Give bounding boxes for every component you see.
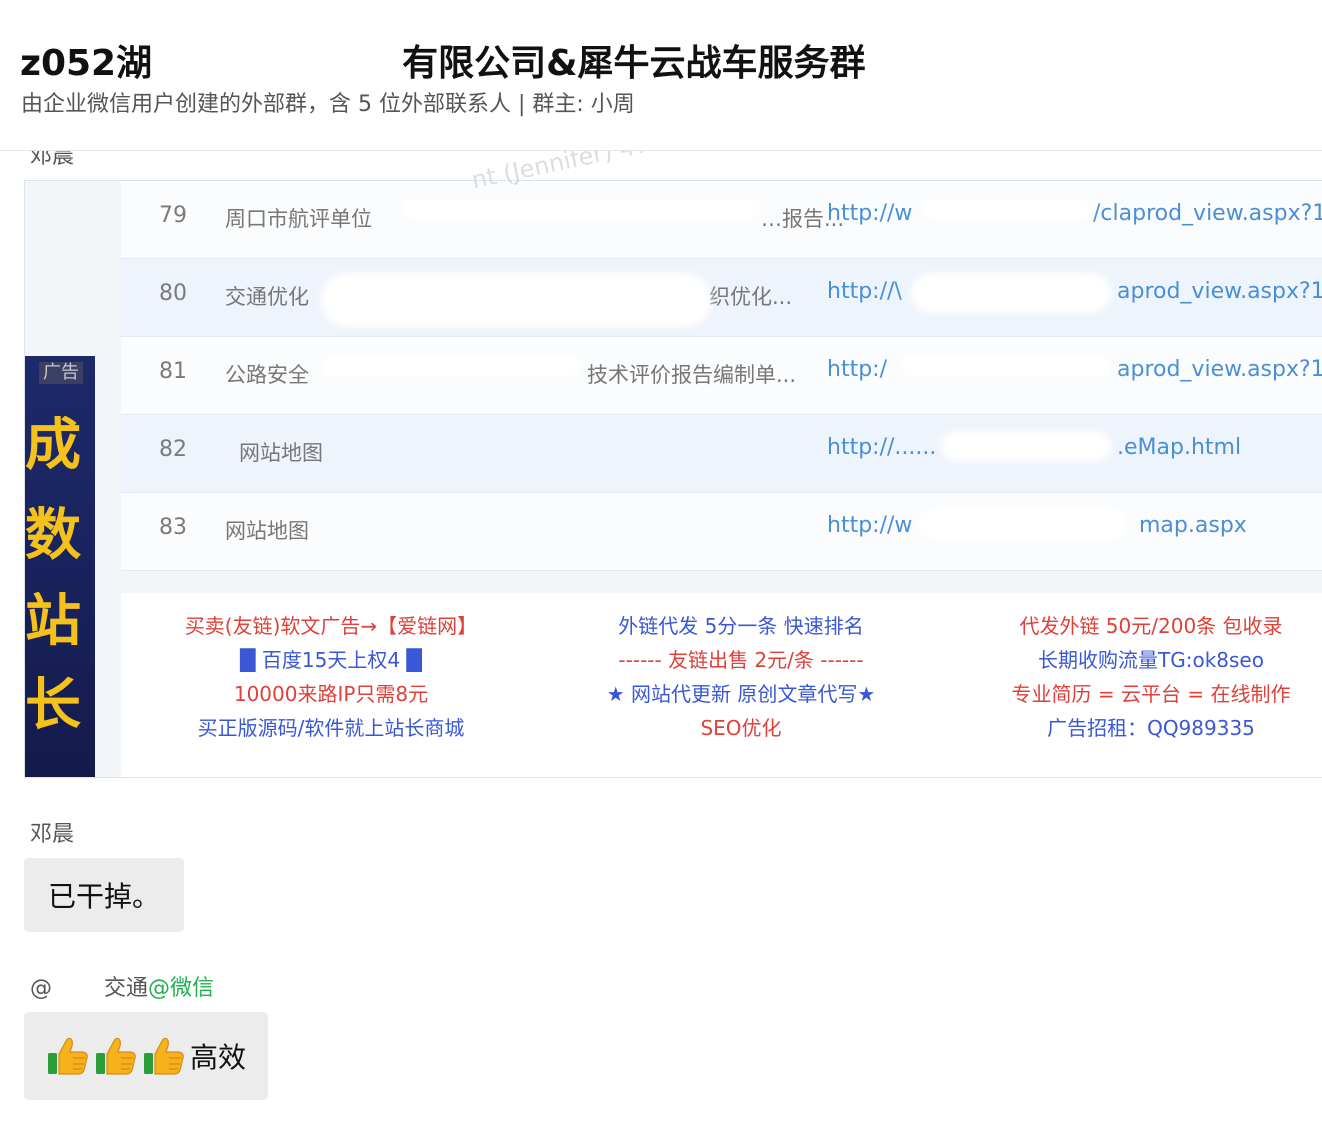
ad-link: 专业简历 = 云平台 = 在线制作 bbox=[1011, 682, 1291, 706]
row-name: 网站地图 bbox=[225, 519, 309, 543]
redaction bbox=[921, 199, 1091, 219]
row-name: 交通优化 bbox=[225, 285, 309, 309]
row-link: http:/ bbox=[827, 357, 887, 382]
table-row: 81 公路安全 技术评价报告编制单... http:/ aprod_view.a… bbox=[121, 337, 1322, 415]
redaction bbox=[321, 273, 711, 327]
row-desc: 织优化... bbox=[709, 285, 793, 309]
message-text: 已干掉。 bbox=[48, 880, 161, 913]
table-row: 80 交通优化 织优化... http://\ aprod_view.aspx?… bbox=[121, 259, 1322, 337]
ad-link: 外链代发 5分一条 快速排名 bbox=[618, 614, 864, 638]
message-sender-line: @ 交通@微信 bbox=[30, 970, 214, 1002]
message-text: 高效 bbox=[190, 1041, 247, 1074]
ad-column: 外链代发 5分一条 快速排名 ------ 友链出售 2元/条 ------ ★… bbox=[591, 609, 891, 745]
redaction bbox=[901, 355, 1111, 377]
row-number: 79 bbox=[159, 203, 187, 228]
row-link: http://\ bbox=[827, 279, 902, 304]
row-link: http://w bbox=[827, 513, 913, 538]
row-link-end: aprod_view.aspx?1 bbox=[1117, 279, 1322, 304]
message-sender: 邓晨 bbox=[30, 822, 75, 847]
ad-link: ------ 友链出售 2元/条 ------ bbox=[618, 648, 864, 672]
ad-link: ★ 网站代更新 原创文章代写★ bbox=[606, 682, 876, 706]
thumbs-up-icon bbox=[48, 1037, 88, 1075]
redaction bbox=[152, 47, 403, 83]
row-link-end: .eMap.html bbox=[1117, 435, 1242, 460]
ad-link: SEO优化 bbox=[700, 716, 782, 740]
ad-link: 长期收购流量TG:ok8seo bbox=[1038, 648, 1264, 672]
ad-link: █ 百度15天上权4 █ bbox=[240, 648, 422, 672]
ad-column: 代发外链 50元/200条 包收录 长期收购流量TG:ok8seo 专业简历 =… bbox=[1001, 609, 1301, 745]
ad-glyph: 成 bbox=[25, 416, 81, 476]
table-row: 82 网站地图 http://...... .eMap.html bbox=[121, 415, 1322, 493]
row-desc: 技术评价报告编制单... bbox=[587, 363, 797, 387]
redaction bbox=[941, 431, 1111, 461]
group-subtitle: 由企业微信用户创建的外部群，含 5 位外部联系人 | 群主: 小周 bbox=[21, 92, 635, 117]
message-bubble[interactable]: 已干掉。 bbox=[24, 858, 185, 932]
group-title-start: z052湖 bbox=[20, 43, 153, 84]
ad-glyph: 长 bbox=[25, 676, 81, 736]
row-name: 网站地图 bbox=[239, 441, 323, 465]
row-name: 公路安全 bbox=[225, 363, 309, 387]
ad-links-block: 买卖(友链)软文广告→【爱链网】 █ 百度15天上权4 █ 10000来路IP只… bbox=[121, 593, 1322, 777]
chat-header: z052湖 有限公司&犀牛云战车服务群 由企业微信用户创建的外部群，含 5 位外部… bbox=[0, 0, 1322, 151]
ad-link: 买卖(友链)软文广告→【爱链网】 bbox=[184, 614, 478, 638]
table-row: 79 周口市航评单位 …报告... http://w /claprod_view… bbox=[121, 181, 1322, 259]
row-number: 83 bbox=[159, 515, 187, 540]
ad-glyph: 数 bbox=[25, 506, 81, 566]
row-link-end: map.aspx bbox=[1139, 513, 1247, 538]
table-row: 83 网站地图 http://w map.aspx bbox=[121, 493, 1322, 571]
thumbs-up-icon bbox=[96, 1037, 136, 1075]
row-link: http://...... bbox=[827, 435, 937, 460]
ad-banner: 广告 成 数 站 长 bbox=[25, 356, 95, 777]
row-number: 81 bbox=[159, 359, 187, 384]
group-title-end: 有限公司&犀牛云战车服务群 bbox=[402, 43, 866, 84]
message-sender: 交通 bbox=[104, 976, 149, 1001]
ad-link: 代发外链 50元/200条 包收录 bbox=[1019, 614, 1283, 638]
row-link-end: aprod_view.aspx?1 bbox=[1117, 357, 1322, 382]
row-link-end: /claprod_view.aspx?1 bbox=[1093, 201, 1322, 226]
thumbs-up-icon bbox=[144, 1037, 184, 1075]
group-title[interactable]: z052湖 有限公司&犀牛云战车服务群 bbox=[20, 34, 866, 86]
ad-glyph: 站 bbox=[25, 592, 81, 652]
row-link: http://w bbox=[827, 201, 913, 226]
sender-prefix: @ bbox=[30, 976, 52, 1001]
image-message[interactable]: 广告 成 数 站 长 79 周口市航评单位 …报告... http://w /c… bbox=[24, 180, 1322, 778]
row-number: 80 bbox=[159, 281, 187, 306]
ad-link: 广告招租：QQ989335 bbox=[1047, 716, 1255, 740]
ad-link: 买正版源码/软件就上站长商城 bbox=[197, 716, 465, 740]
ad-tag: 广告 bbox=[39, 362, 83, 384]
row-name: 周口市航评单位 bbox=[225, 207, 372, 231]
redaction bbox=[321, 355, 581, 377]
message-bubble[interactable]: 高效 bbox=[24, 1012, 269, 1100]
redaction bbox=[917, 509, 1127, 539]
ad-link: 10000来路IP只需8元 bbox=[233, 682, 429, 706]
sender-tag: @微信 bbox=[148, 976, 215, 1001]
row-number: 82 bbox=[159, 437, 187, 462]
link-table: 79 周口市航评单位 …报告... http://w /claprod_view… bbox=[121, 181, 1322, 571]
emoji-group bbox=[46, 1036, 190, 1076]
ad-column: 买卖(友链)软文广告→【爱链网】 █ 百度15天上权4 █ 10000来路IP只… bbox=[171, 609, 491, 745]
redaction bbox=[401, 199, 761, 219]
redaction bbox=[911, 273, 1111, 313]
